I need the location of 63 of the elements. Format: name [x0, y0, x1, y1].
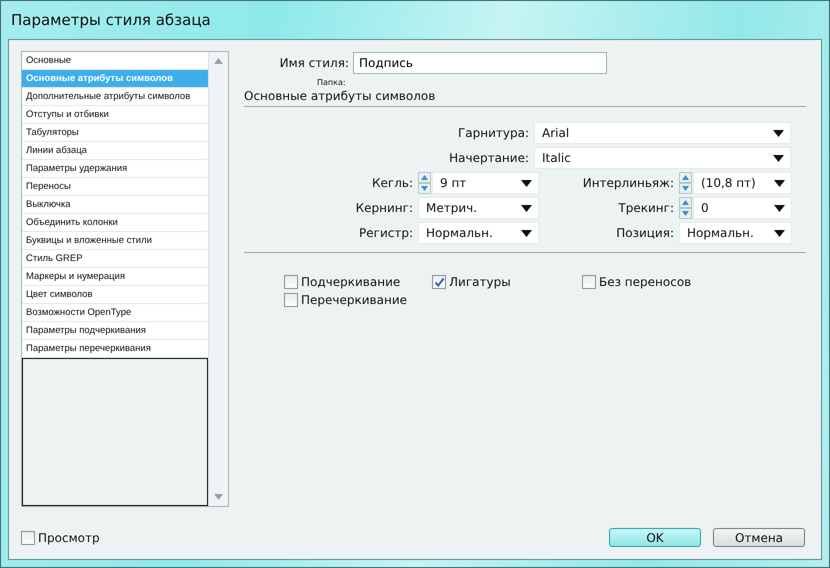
dropdown[interactable]: Нормальн.: [418, 222, 539, 244]
checkbox[interactable]: [432, 275, 446, 289]
category-item[interactable]: Выключка: [22, 196, 208, 214]
scroll-down-icon[interactable]: [214, 494, 223, 500]
dropdown[interactable]: Arial: [534, 122, 791, 144]
field-label: Кернинг:: [354, 201, 414, 215]
category-item[interactable]: Буквицы и вложенные стили: [22, 232, 208, 250]
dropdown[interactable]: Метрич.: [418, 197, 539, 219]
window-title: Параметры стиля абзаца: [10, 10, 212, 31]
spinner-icon[interactable]: [679, 172, 692, 194]
checkbox-label[interactable]: Просмотр: [38, 530, 100, 544]
checkbox[interactable]: [582, 275, 596, 289]
category-item[interactable]: Параметры перечеркивания: [22, 340, 208, 358]
category-item[interactable]: Дополнительные атрибуты символов: [22, 88, 208, 106]
dropdown-arrow-icon: [521, 180, 532, 186]
checkbox[interactable]: [284, 293, 298, 307]
dropdown-arrow-icon: [774, 230, 785, 236]
section-title: Основные атрибуты символов: [244, 89, 806, 107]
style-name-field[interactable]: Подпись: [353, 52, 607, 74]
dropdown[interactable]: Italic: [534, 147, 791, 169]
folder-label: Папка:: [317, 78, 347, 87]
category-item[interactable]: Переносы: [22, 178, 208, 196]
category-item[interactable]: Основные: [22, 52, 208, 70]
spinner-icon[interactable]: [679, 197, 692, 219]
category-item[interactable]: Маркеры и нумерация: [22, 268, 208, 286]
checkbox[interactable]: [21, 530, 35, 544]
category-item[interactable]: Объединить колонки: [22, 214, 208, 232]
category-item[interactable]: Стиль GREP: [22, 250, 208, 268]
dropdown-arrow-icon: [521, 204, 532, 212]
checkbox-label[interactable]: Лигатуры: [449, 275, 511, 289]
field-label: Трекинг:: [617, 201, 675, 215]
field-label: Имя стиля:: [278, 56, 350, 70]
category-item[interactable]: Отступы и отбивки: [22, 106, 208, 124]
category-item[interactable]: Параметры удержания: [22, 160, 208, 178]
check-icon: [434, 276, 444, 288]
category-item[interactable]: Линии абзаца: [22, 142, 208, 160]
spinner-icon[interactable]: [418, 172, 431, 194]
checkbox[interactable]: [284, 275, 298, 289]
dropdown-arrow-icon: [774, 180, 785, 186]
scroll-up-icon[interactable]: [214, 58, 223, 64]
dropdown-arrow-icon: [521, 230, 532, 236]
dropdown-arrow-icon: [773, 154, 784, 162]
checkbox-label[interactable]: Подчеркивание: [301, 275, 400, 289]
field-label: Начертание:: [448, 151, 530, 165]
dropdown-arrow-icon: [774, 204, 785, 212]
category-item[interactable]: Параметры подчеркивания: [22, 322, 208, 340]
field-label: Позиция:: [615, 226, 675, 240]
dropdown[interactable]: (10,8 пт): [693, 172, 792, 194]
field-label: Кегль:: [371, 176, 414, 190]
ok-button[interactable]: OK: [609, 528, 701, 547]
field-label: Гарнитура:: [456, 126, 530, 140]
checkbox-label[interactable]: Перечеркивание: [301, 293, 407, 307]
dropdown[interactable]: Нормальн.: [679, 222, 792, 244]
field-label: Интерлиньяж:: [582, 176, 675, 190]
checkbox-label[interactable]: Без переносов: [599, 275, 692, 289]
category-item[interactable]: Цвет символов: [22, 286, 208, 304]
dropdown[interactable]: 9 пт: [432, 172, 539, 194]
cancel-button[interactable]: Отмена: [713, 528, 805, 547]
dropdown[interactable]: 0: [693, 197, 792, 219]
category-item[interactable]: Возможности OpenType: [22, 304, 208, 322]
field-label: Регистр:: [358, 226, 414, 240]
category-item[interactable]: Табуляторы: [22, 124, 208, 142]
dropdown-arrow-icon: [773, 130, 784, 136]
